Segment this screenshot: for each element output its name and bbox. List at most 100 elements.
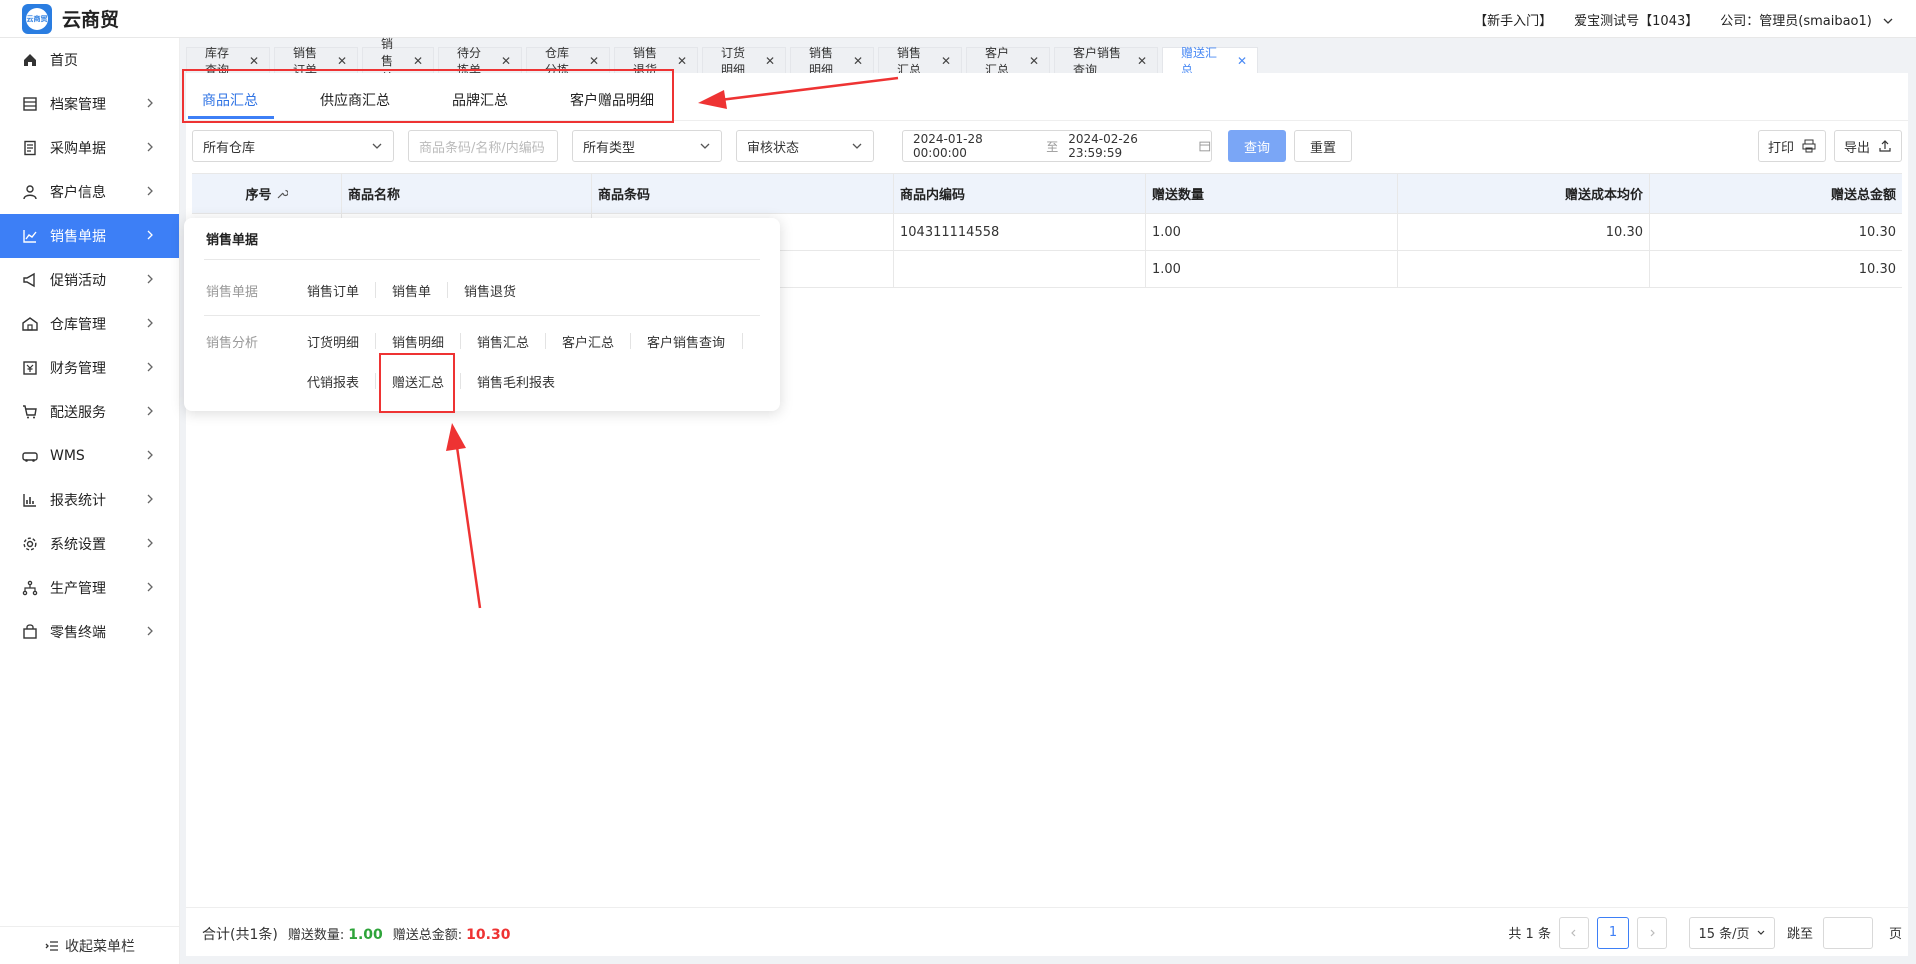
tab-6[interactable]: 订货明细 ✕ [702,46,786,77]
collapse-menu-button[interactable]: 收起菜单栏 [0,926,180,964]
chevron-right-icon [147,230,153,240]
export-button[interactable]: 导出 [1834,130,1902,162]
company-user-menu[interactable]: 公司：管理员(smaibao1) [1720,10,1894,29]
sidebar-item-label: 报表统计 [50,493,106,509]
col-barcode: 商品条码 [592,174,894,213]
page-1-button[interactable]: 1 [1596,916,1629,949]
close-icon[interactable]: ✕ [941,54,951,68]
sidebar-item-10[interactable]: 报表统计 [0,478,179,522]
jump-page-input[interactable] [1822,916,1873,949]
cell-gift-qty: 1.00 [1146,214,1398,250]
tab-10[interactable]: 客户销售查询 ✕ [1054,46,1158,77]
sidebar-item-9[interactable]: WMS [0,434,179,478]
sidebar-item-2[interactable]: 采购单据 [0,126,179,170]
close-icon[interactable]: ✕ [249,54,259,68]
next-page-button[interactable] [1636,916,1667,949]
sidebar-item-label: 采购单据 [50,141,106,157]
close-icon[interactable]: ✕ [853,54,863,68]
chart-line-icon [23,230,37,243]
tab-11[interactable]: 赠送汇总 ✕ [1162,46,1258,77]
prev-page-button[interactable] [1558,916,1589,949]
flyout-link-customer-summary[interactable]: 客户汇总 [562,332,614,351]
flyout-link-sales-summary[interactable]: 销售汇总 [477,332,529,351]
sidebar-item-label: 仓库管理 [50,317,106,333]
print-button[interactable]: 打印 [1758,130,1826,162]
close-icon[interactable]: ✕ [589,54,599,68]
close-icon[interactable]: ✕ [1237,54,1247,68]
search-input[interactable]: 商品条码/名称/内编码 [408,130,558,162]
sidebar-item-7[interactable]: 财务管理 [0,346,179,390]
sidebar-item-label: 财务管理 [50,361,106,377]
flyout-link-sales-slip[interactable]: 销售单 [392,281,431,300]
flyout-separator [447,282,448,298]
warehouse-select[interactable]: 所有仓库 [192,130,394,162]
sidebar-item-8[interactable]: 配送服务 [0,390,179,434]
close-icon[interactable]: ✕ [677,54,687,68]
flyout-link-gross-profit-report[interactable]: 销售毛利报表 [477,372,555,391]
app-logo[interactable]: 云商贸 云商贸 [22,3,119,34]
chevron-right-icon [147,450,153,460]
warehouse-icon [22,317,38,331]
close-icon[interactable]: ✕ [765,54,775,68]
flyout-separator [460,373,461,389]
document-icon [24,140,36,156]
sidebar-item-6[interactable]: 仓库管理 [0,302,179,346]
chevron-right-icon [147,538,153,548]
sidebar-item-label: 零售终端 [50,625,106,641]
summary-total-label: 合计(共1条) [202,927,278,943]
sidebar-item-5[interactable]: 促销活动 [0,258,179,302]
logo-icon: 云商贸 [22,3,52,34]
date-start: 2024-01-28 00:00:00 [913,132,983,160]
reset-button[interactable]: 重置 [1294,130,1352,162]
type-select[interactable]: 所有类型 [572,130,722,162]
sidebar-item-1[interactable]: 档案管理 [0,82,179,126]
network-icon [22,580,38,596]
cell-avg-cost: 10.30 [1398,214,1650,250]
flyout-link-consignment-report[interactable]: 代销报表 [307,372,359,391]
chevron-right-icon [1650,929,1655,936]
page-size-value: 15 条/页 [1698,927,1750,942]
cart-icon [23,405,37,419]
flyout-group-sales-analysis: 销售分析 [206,336,259,351]
sidebar-item-0[interactable]: 首页 [0,38,179,82]
flyout-link-sales-order[interactable]: 销售订单 [307,281,359,300]
sidebar-item-4[interactable]: 销售单据 [0,214,179,258]
printer-icon [1802,139,1816,153]
tab-7[interactable]: 销售明细 ✕ [790,46,874,77]
wrench-icon[interactable] [276,188,288,200]
close-icon[interactable]: ✕ [337,54,347,68]
col-gift-qty: 赠送数量 [1146,174,1398,213]
col-internal-code: 商品内编码 [894,174,1146,213]
sidebar-item-12[interactable]: 生产管理 [0,566,179,610]
chevron-right-icon [147,362,153,372]
date-range-picker[interactable]: 2024-01-28 00:00:00 至 2024-02-26 23:59:5… [902,130,1212,162]
flyout-title: 销售单据 [206,233,259,248]
close-icon[interactable]: ✕ [501,54,511,68]
sidebar-item-label: 系统设置 [50,537,106,553]
gear-icon [23,537,37,551]
tab-9[interactable]: 客户汇总 ✕ [966,46,1050,77]
close-icon[interactable]: ✕ [413,54,423,68]
flyout-link-sales-return[interactable]: 销售退货 [464,281,516,300]
close-icon[interactable]: ✕ [1029,54,1039,68]
archive-icon [23,97,37,111]
query-button[interactable]: 查询 [1228,130,1286,162]
audit-status-select[interactable]: 审核状态 [736,130,874,162]
flyout-link-customer-sales-query[interactable]: 客户销售查询 [647,332,725,351]
guide-link[interactable]: 【新手入门】 [1474,10,1552,29]
warehouse-select-value: 所有仓库 [203,140,256,156]
page-size-select[interactable]: 15 条/页 [1688,916,1775,949]
pagination: 共 1 条 1 15 条/页 跳至 页 [1508,908,1908,957]
flyout-divider [204,259,760,260]
summary: 合计(共1条) 赠送数量: 1.00 赠送总金额: 10.30 [202,924,510,944]
sidebar-item-11[interactable]: 系统设置 [0,522,179,566]
sidebar-item-3[interactable]: 客户信息 [0,170,179,214]
flyout-link-sales-detail[interactable]: 销售明细 [392,332,444,351]
close-icon[interactable]: ✕ [1137,54,1147,68]
flyout-link-order-detail[interactable]: 订货明细 [307,332,359,351]
cell-total-amount: 10.30 [1858,224,1896,240]
chevron-right-icon [147,142,153,152]
sidebar-item-13[interactable]: 零售终端 [0,610,179,654]
date-separator: 至 [1046,139,1059,154]
tab-8[interactable]: 销售汇总 ✕ [878,46,962,77]
